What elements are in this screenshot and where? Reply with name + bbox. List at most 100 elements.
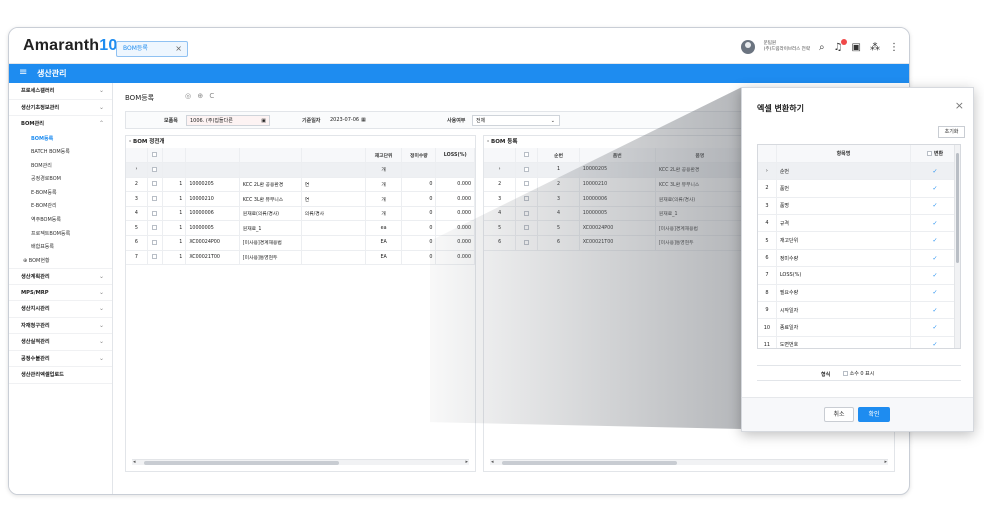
avatar[interactable]: [740, 40, 755, 54]
app-logo[interactable]: Amaranth10: [23, 37, 117, 55]
table-row[interactable]: 5110000005원재료_1 ea00.000: [126, 220, 475, 237]
table-row[interactable]: 4 1 10000006 원재료(의류/경사) 의류/경사 개 0 0.000: [126, 206, 475, 222]
org-chart-icon[interactable]: ⁂: [870, 42, 880, 53]
table-row[interactable]: › 순번 ✓: [758, 162, 960, 181]
check-icon[interactable]: ✓: [933, 341, 938, 348]
sidebar-sub-bom-status[interactable]: ⊕ BOM현황: [9, 255, 112, 269]
convert-all-checkbox[interactable]: [927, 150, 933, 156]
scroll-thumb[interactable]: [144, 461, 340, 465]
item-field[interactable]: 1006. (주)집들다른 ▣: [186, 115, 270, 126]
check-icon[interactable]: ✓: [933, 202, 938, 209]
row-checkbox[interactable]: [152, 181, 158, 187]
page-action-icons[interactable]: ◎ ⊕ C: [185, 92, 216, 100]
check-icon[interactable]: ✓: [933, 185, 938, 192]
table-row[interactable]: 2 품번 ✓: [758, 179, 960, 198]
cancel-button[interactable]: 취소: [824, 407, 854, 422]
table-row[interactable]: 2 1 10000205 KCC 2L환 공용환경 연 개 0 0.000: [126, 177, 475, 193]
chevron-up-icon: ⌃: [98, 120, 104, 127]
dialog-footer: 취소 확인: [742, 397, 973, 431]
check-icon[interactable]: ✓: [933, 255, 938, 262]
sidebar-sub-bom-manage[interactable]: BOM관리: [9, 160, 112, 174]
search-icon[interactable]: ⌕: [819, 42, 825, 53]
row-checkbox[interactable]: [152, 196, 158, 202]
calendar-icon[interactable]: ▦: [361, 117, 366, 123]
sidebar-sub-mix-table[interactable]: 배합표등록: [9, 241, 112, 255]
sidebar-item-bom-management[interactable]: BOM관리 ⌃: [9, 116, 112, 133]
row-checkbox[interactable]: [152, 210, 158, 216]
row-checkbox[interactable]: [152, 225, 158, 231]
field-grid-scrollbar[interactable]: [954, 145, 960, 348]
table-row[interactable]: 7 LOSS(%) ✓: [758, 266, 960, 285]
use-label: 사용여부: [447, 118, 466, 124]
sidebar-item-process-gallery[interactable]: 프로세스갤러리 ⌄: [9, 83, 112, 100]
confirm-button[interactable]: 확인: [858, 407, 890, 422]
right-grid-scrollbar[interactable]: ◂ ▸: [490, 459, 888, 465]
row-checkbox[interactable]: [152, 254, 158, 260]
check-icon[interactable]: ✓: [933, 307, 938, 314]
scroll-thumb[interactable]: [956, 153, 959, 263]
row-checkbox[interactable]: [524, 181, 530, 187]
check-icon[interactable]: ✓: [933, 289, 938, 296]
check-icon[interactable]: ✓: [933, 324, 938, 331]
check-icon[interactable]: ✓: [933, 220, 938, 227]
row-checkbox[interactable]: [152, 239, 158, 245]
row-checkbox[interactable]: [524, 166, 530, 172]
table-row[interactable]: › 개: [126, 162, 475, 178]
scroll-right-icon[interactable]: ▸: [884, 459, 887, 465]
sidebar-sub-route-bom[interactable]: 공정경로BOM: [9, 173, 112, 187]
scroll-left-icon[interactable]: ◂: [491, 459, 494, 465]
show-decimal-option[interactable]: 소수 0 표시: [843, 370, 874, 377]
table-row[interactable]: 4 규격 ✓: [758, 214, 960, 233]
table-row[interactable]: 6 정미수량 ✓: [758, 249, 960, 268]
sidebar-item-excel-upload[interactable]: 생산관리엑셀업로드: [9, 367, 112, 384]
sidebar-item-mps-mrp[interactable]: MPS/MRP ⌄: [9, 285, 112, 302]
calendar-icon[interactable]: ▣: [261, 116, 266, 126]
show-decimal-checkbox[interactable]: [843, 371, 848, 376]
sidebar-item-production-result[interactable]: 생산실적관리 ⌄: [9, 334, 112, 351]
sidebar-item-production-plan[interactable]: 생산계획관리 ⌄: [9, 268, 112, 285]
table-row[interactable]: 11 도면번호 ✓: [758, 336, 960, 348]
scroll-right-icon[interactable]: ▸: [465, 459, 468, 465]
chevron-down-icon: ⌄: [98, 338, 104, 346]
sidebar-sub-ebom-register[interactable]: E-BOM등록: [9, 187, 112, 201]
sidebar-sub-bom-register[interactable]: BOM등록: [9, 133, 112, 147]
sidebar-sub-ebom-manage[interactable]: E-BOM관리: [9, 200, 112, 214]
tab-bom-register[interactable]: BOM등록 ×: [116, 41, 188, 57]
table-row[interactable]: 9 시작일자 ✓: [758, 301, 960, 320]
check-icon[interactable]: ✓: [933, 272, 938, 279]
tab-close-icon[interactable]: ×: [175, 42, 182, 56]
item-label: 모품목: [164, 118, 178, 124]
date-field[interactable]: 2023-07-06 ▦: [327, 115, 373, 126]
select-all-checkbox[interactable]: [524, 152, 530, 158]
select-all-checkbox[interactable]: [152, 152, 158, 158]
sidebar-sub-project-bom[interactable]: 프로젝트BOM등록: [9, 228, 112, 242]
sidebar-item-material-request[interactable]: 자재청구관리 ⌄: [9, 318, 112, 335]
close-icon[interactable]: ×: [955, 99, 964, 112]
sidebar-sub-batch-bom[interactable]: BATCH BOM등록: [9, 146, 112, 160]
sidebar-item-process-inout[interactable]: 공정수불관리 ⌄: [9, 351, 112, 368]
scroll-thumb[interactable]: [502, 461, 678, 465]
table-row[interactable]: 3 1 10000210 KCC 3L환 뮤부니스 연 개 0 0.000: [126, 191, 475, 207]
table-row[interactable]: 61XC00024P00[미사용]경계재용법 EA00.000: [126, 235, 475, 251]
table-row[interactable]: 5 재고단위 ✓: [758, 231, 960, 250]
user-info[interactable]: 문팀원 (주)드림라이브러스 전략: [764, 41, 810, 53]
table-row[interactable]: 71XC00021T00[미사용]통영현두 EA00.000: [126, 250, 475, 266]
row-checkbox[interactable]: [152, 166, 158, 172]
left-grid-scrollbar[interactable]: ◂ ▸: [132, 459, 469, 465]
scroll-left-icon[interactable]: ◂: [133, 459, 136, 465]
check-icon[interactable]: ✓: [933, 168, 938, 175]
dialog-title: 엑셀 변환하기: [757, 104, 804, 113]
table-row[interactable]: 10 종료일자 ✓: [758, 318, 960, 337]
sidebar-sub-reverse-bom[interactable]: 역주BOM등록: [9, 214, 112, 228]
use-select[interactable]: 전체 ⌄: [472, 115, 560, 126]
sidebar-item-work-order[interactable]: 생산지시관리 ⌄: [9, 301, 112, 318]
reset-button[interactable]: 초기화: [938, 126, 965, 138]
sidebar-item-production-basic-info[interactable]: 생산기초정보관리 ⌄: [9, 100, 112, 116]
check-icon[interactable]: ✓: [933, 237, 938, 244]
bell-icon[interactable]: ♫: [834, 38, 847, 53]
table-row[interactable]: 3 품명 ✓: [758, 197, 960, 216]
document-icon[interactable]: ▣: [852, 42, 861, 53]
hamburger-icon[interactable]: ≡: [19, 67, 27, 78]
more-icon[interactable]: ⋮: [889, 42, 899, 53]
table-row[interactable]: 8 필요수량 ✓: [758, 284, 960, 303]
